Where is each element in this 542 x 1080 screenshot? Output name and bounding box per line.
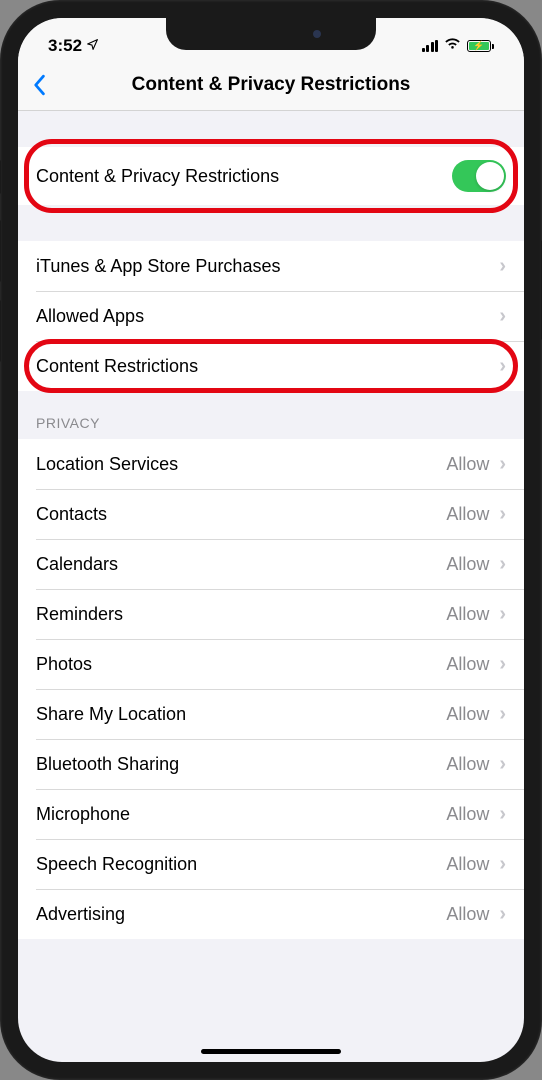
row-label: Advertising <box>36 904 446 925</box>
screen: 3:52 ⚡ <box>18 18 524 1062</box>
chevron-right-icon: › <box>499 753 506 776</box>
row-value: Allow <box>446 604 489 625</box>
battery-icon: ⚡ <box>467 40 494 52</box>
bluetooth-sharing-row[interactable]: Bluetooth Sharing Allow › <box>18 739 524 789</box>
calendars-row[interactable]: Calendars Allow › <box>18 539 524 589</box>
chevron-right-icon: › <box>499 803 506 826</box>
chevron-right-icon: › <box>499 503 506 526</box>
phone-frame: 3:52 ⚡ <box>0 0 542 1080</box>
row-label: Contacts <box>36 504 446 525</box>
row-value: Allow <box>446 554 489 575</box>
row-value: Allow <box>446 704 489 725</box>
row-value: Allow <box>446 854 489 875</box>
row-label: Location Services <box>36 454 446 475</box>
notch <box>166 18 376 50</box>
page-title: Content & Privacy Restrictions <box>32 74 510 96</box>
main-section: iTunes & App Store Purchases › Allowed A… <box>18 241 524 391</box>
chevron-right-icon: › <box>499 903 506 926</box>
row-value: Allow <box>446 904 489 925</box>
row-label: iTunes & App Store Purchases <box>36 256 499 277</box>
chevron-left-icon <box>32 74 52 96</box>
row-label: Microphone <box>36 804 446 825</box>
status-time-text: 3:52 <box>48 36 82 56</box>
privacy-section: Location Services Allow › Contacts Allow… <box>18 439 524 939</box>
content-scroll[interactable]: Content & Privacy Restrictions iTunes & … <box>18 111 524 1055</box>
row-label: Bluetooth Sharing <box>36 754 446 775</box>
location-services-row[interactable]: Location Services Allow › <box>18 439 524 489</box>
chevron-right-icon: › <box>499 703 506 726</box>
share-my-location-row[interactable]: Share My Location Allow › <box>18 689 524 739</box>
row-value: Allow <box>446 654 489 675</box>
allowed-apps-row[interactable]: Allowed Apps › <box>18 291 524 341</box>
toggle-knob <box>476 162 504 190</box>
row-value: Allow <box>446 454 489 475</box>
chevron-right-icon: › <box>499 653 506 676</box>
reminders-row[interactable]: Reminders Allow › <box>18 589 524 639</box>
chevron-right-icon: › <box>499 255 506 278</box>
cellular-signal-icon <box>422 40 439 52</box>
itunes-purchases-row[interactable]: iTunes & App Store Purchases › <box>18 241 524 291</box>
status-time: 3:52 <box>48 36 99 56</box>
chevron-right-icon: › <box>499 355 506 378</box>
microphone-row[interactable]: Microphone Allow › <box>18 789 524 839</box>
chevron-right-icon: › <box>499 305 506 328</box>
row-label: Speech Recognition <box>36 854 446 875</box>
home-indicator[interactable] <box>201 1049 341 1054</box>
toggle-section: Content & Privacy Restrictions <box>18 147 524 205</box>
row-value: Allow <box>446 754 489 775</box>
wifi-icon <box>444 37 461 55</box>
contacts-row[interactable]: Contacts Allow › <box>18 489 524 539</box>
row-label: Allowed Apps <box>36 306 499 327</box>
chevron-right-icon: › <box>499 453 506 476</box>
row-value: Allow <box>446 504 489 525</box>
content-privacy-toggle-row[interactable]: Content & Privacy Restrictions <box>18 147 524 205</box>
row-label: Photos <box>36 654 446 675</box>
content-privacy-toggle[interactable] <box>452 160 506 192</box>
row-label: Share My Location <box>36 704 446 725</box>
row-value: Allow <box>446 804 489 825</box>
photos-row[interactable]: Photos Allow › <box>18 639 524 689</box>
volume-up-button <box>0 220 1 282</box>
privacy-section-header: PRIVACY <box>18 391 524 439</box>
content-restrictions-row[interactable]: Content Restrictions › <box>18 341 524 391</box>
location-icon <box>86 36 99 56</box>
chevron-right-icon: › <box>499 603 506 626</box>
back-button[interactable] <box>32 74 52 96</box>
row-label: Calendars <box>36 554 446 575</box>
toggle-label: Content & Privacy Restrictions <box>36 166 452 187</box>
advertising-row[interactable]: Advertising Allow › <box>18 889 524 939</box>
volume-down-button <box>0 300 1 362</box>
row-label: Reminders <box>36 604 446 625</box>
mute-switch <box>0 160 1 194</box>
chevron-right-icon: › <box>499 853 506 876</box>
speech-recognition-row[interactable]: Speech Recognition Allow › <box>18 839 524 889</box>
row-label: Content Restrictions <box>36 356 499 377</box>
nav-bar: Content & Privacy Restrictions <box>18 64 524 111</box>
chevron-right-icon: › <box>499 553 506 576</box>
status-icons: ⚡ <box>422 37 495 55</box>
